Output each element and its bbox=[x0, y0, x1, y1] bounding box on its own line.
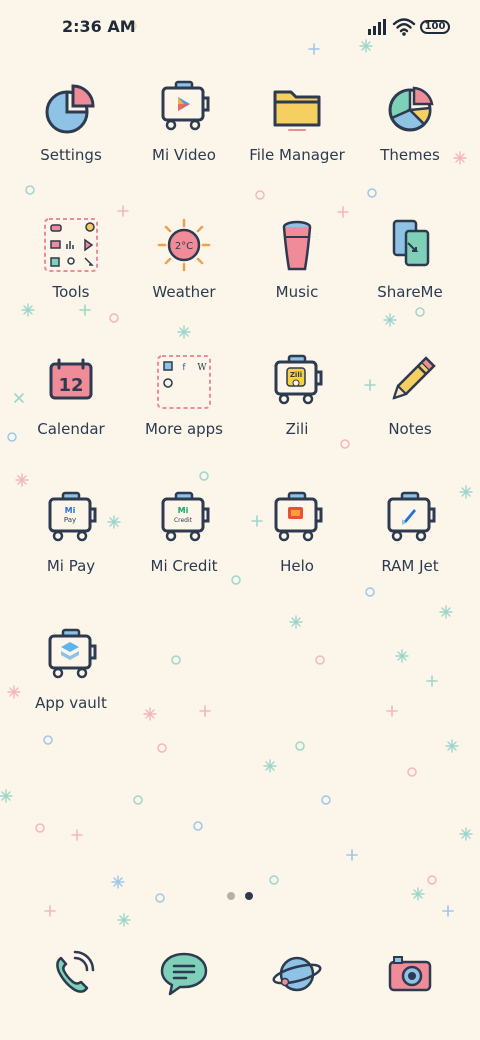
app-label: Notes bbox=[388, 420, 432, 438]
app-app-vault[interactable]: App vault bbox=[15, 618, 127, 738]
helo-icon bbox=[274, 491, 323, 542]
svg-text:W: W bbox=[197, 363, 207, 373]
dock-browser[interactable] bbox=[241, 940, 353, 1020]
ram-jet-icon bbox=[387, 491, 436, 542]
mi-credit-logo-text: Credit bbox=[174, 517, 193, 524]
page-dot-1[interactable] bbox=[227, 892, 235, 900]
app-mi-pay[interactable]: Mi Pay Mi Pay bbox=[15, 481, 127, 601]
app-mi-video[interactable]: Mi Video bbox=[128, 70, 240, 190]
status-time: 2:36 AM bbox=[62, 17, 136, 36]
app-label: Tools bbox=[52, 283, 90, 301]
page-dot-2[interactable] bbox=[245, 892, 253, 900]
mi-pay-icon: Mi Pay bbox=[48, 491, 97, 542]
app-label: File Manager bbox=[249, 146, 345, 164]
notes-icon bbox=[392, 356, 436, 400]
app-label: More apps bbox=[144, 420, 223, 438]
mi-credit-icon: Mi Credit bbox=[161, 491, 210, 542]
app-zili[interactable]: Zili Zili bbox=[241, 344, 353, 464]
app-label: ShareMe bbox=[377, 283, 443, 301]
wifi-icon bbox=[392, 18, 416, 36]
app-vault-icon bbox=[48, 628, 97, 679]
shareme-icon bbox=[392, 219, 430, 267]
dock bbox=[0, 940, 480, 1020]
messages-icon bbox=[160, 952, 208, 996]
app-label: Calendar bbox=[37, 420, 105, 438]
weather-icon: 2°C bbox=[157, 218, 211, 272]
app-settings[interactable]: Settings bbox=[15, 70, 127, 190]
app-more-apps[interactable]: f W More apps bbox=[128, 344, 240, 464]
camera-icon bbox=[388, 956, 432, 992]
zili-logo-text: Zili bbox=[290, 371, 302, 379]
svg-text:Mi: Mi bbox=[65, 506, 76, 515]
app-calendar[interactable]: 12 Calendar bbox=[15, 344, 127, 464]
app-tools[interactable]: Tools bbox=[15, 207, 127, 327]
themes-icon bbox=[388, 86, 434, 132]
mi-video-icon bbox=[161, 80, 210, 131]
weather-temp: 2°C bbox=[175, 241, 193, 252]
dock-phone[interactable] bbox=[15, 940, 127, 1020]
app-label: Music bbox=[275, 283, 319, 301]
app-label: Mi Pay bbox=[46, 557, 96, 575]
app-label: Themes bbox=[380, 146, 440, 164]
app-label: Helo bbox=[280, 557, 314, 575]
more-apps-icon: f W bbox=[157, 355, 211, 409]
app-shareme[interactable]: ShareMe bbox=[354, 207, 466, 327]
dock-camera[interactable] bbox=[354, 940, 466, 1020]
app-label: App vault bbox=[35, 694, 107, 712]
settings-icon bbox=[45, 84, 95, 134]
signal-icon bbox=[368, 19, 386, 35]
dock-messages[interactable] bbox=[128, 940, 240, 1020]
calendar-icon: 12 bbox=[49, 358, 93, 400]
zili-icon: Zili bbox=[274, 354, 323, 405]
mi-pay-logo-text: Pay bbox=[64, 516, 76, 524]
browser-icon bbox=[272, 956, 322, 992]
tools-icon bbox=[44, 218, 98, 272]
app-mi-credit[interactable]: Mi Credit Mi Credit bbox=[128, 481, 240, 601]
music-icon bbox=[282, 220, 312, 271]
app-weather[interactable]: 2°C Weather bbox=[128, 207, 240, 327]
status-bar: 2:36 AM 100 bbox=[0, 0, 480, 56]
app-label: Mi Credit bbox=[150, 557, 218, 575]
app-label: Mi Video bbox=[152, 146, 216, 164]
app-label: Settings bbox=[40, 146, 102, 164]
app-themes[interactable]: Themes bbox=[354, 70, 466, 190]
svg-text:Mi: Mi bbox=[178, 506, 189, 515]
app-file-manager[interactable]: File Manager bbox=[241, 70, 353, 190]
app-ram-jet[interactable]: RAM Jet bbox=[354, 481, 466, 601]
app-label: Weather bbox=[152, 283, 216, 301]
calendar-day: 12 bbox=[58, 375, 83, 396]
phone-icon bbox=[56, 950, 95, 993]
app-music[interactable]: Music bbox=[241, 207, 353, 327]
app-label: RAM Jet bbox=[381, 557, 439, 575]
battery-icon: 100 bbox=[420, 20, 450, 34]
file-manager-icon bbox=[273, 90, 321, 131]
app-notes[interactable]: Notes bbox=[354, 344, 466, 464]
page-indicator bbox=[224, 892, 256, 900]
app-label: Zili bbox=[285, 420, 309, 438]
app-helo[interactable]: Helo bbox=[241, 481, 353, 601]
